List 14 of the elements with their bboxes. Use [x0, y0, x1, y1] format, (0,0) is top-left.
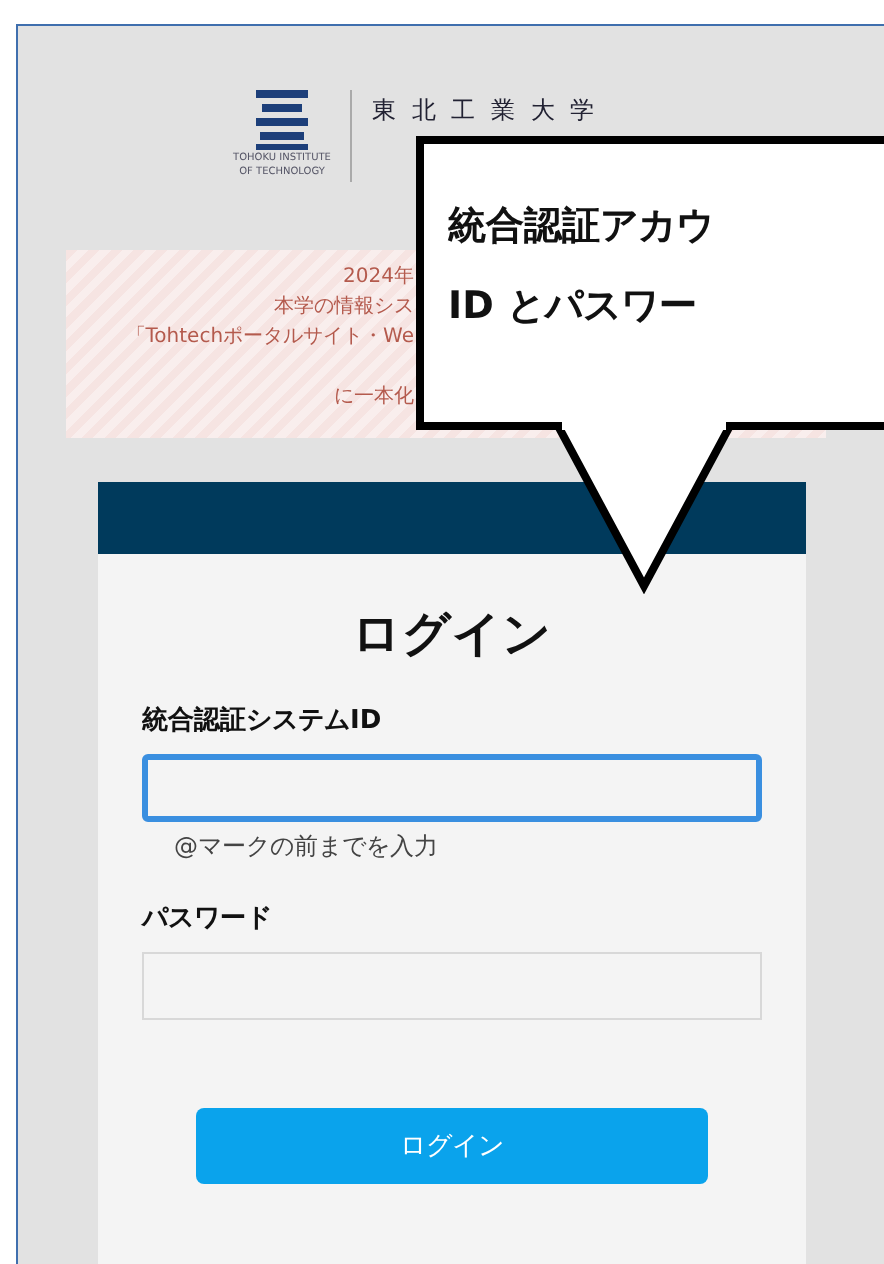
- callout-text: ID とパスワー: [448, 282, 699, 332]
- login-title: ログイン: [350, 604, 554, 666]
- field-label: パスワード: [142, 902, 274, 936]
- emblem-icon: [256, 90, 308, 150]
- notice-text: に一本化: [334, 383, 414, 412]
- login-button[interactable]: ログイン: [196, 1108, 708, 1184]
- field-hint: @マークの前までを入力: [174, 830, 440, 864]
- field-label: 統合認証システムID: [142, 704, 384, 738]
- input-field[interactable]: [142, 754, 762, 822]
- notice-text: 2024年: [343, 264, 414, 292]
- notice-text: 本学の情報シス: [274, 293, 414, 322]
- logo-name: 東 北 工 業 大 学: [372, 94, 599, 128]
- notice-text: 「Tohtechポータルサイト・We: [125, 323, 414, 352]
- callout-text: 統合認証アカウ: [448, 202, 716, 252]
